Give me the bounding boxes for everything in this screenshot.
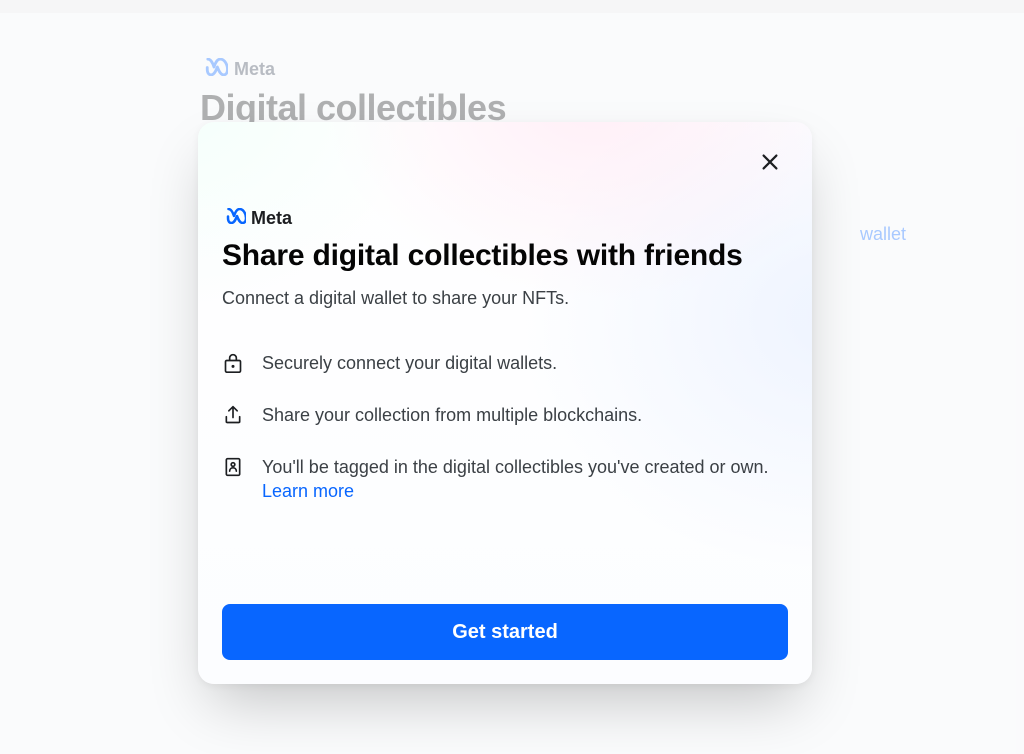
close-button[interactable] — [752, 146, 788, 182]
feature-text-main: You'll be tagged in the digital collecti… — [262, 457, 769, 477]
list-item: Share your collection from multiple bloc… — [222, 403, 788, 427]
close-icon — [759, 151, 781, 178]
get-started-button[interactable]: Get started — [222, 604, 788, 660]
modal-meta-brand-label: Meta — [251, 208, 292, 229]
lock-icon — [222, 352, 244, 374]
feature-list: Securely connect your digital wallets. S… — [222, 351, 788, 532]
feature-text: Securely connect your digital wallets. — [262, 351, 788, 375]
feature-text: You'll be tagged in the digital collecti… — [262, 455, 788, 504]
meta-logo-icon — [222, 208, 246, 229]
share-icon — [222, 404, 244, 426]
modal-meta-brand-row: Meta — [222, 208, 788, 229]
tag-icon — [222, 456, 244, 478]
modal-title: Share digital collectibles with friends — [222, 239, 788, 274]
share-collectibles-modal: Meta Share digital collectibles with fri… — [198, 122, 812, 684]
feature-text: Share your collection from multiple bloc… — [262, 403, 788, 427]
modal-subtitle: Connect a digital wallet to share your N… — [222, 288, 788, 309]
page: Meta Digital collectibles wallet Meta Sh… — [0, 13, 1024, 754]
window-top-strip — [0, 0, 1024, 13]
learn-more-link[interactable]: Learn more — [262, 481, 354, 501]
list-item: Securely connect your digital wallets. — [222, 351, 788, 375]
modal-body: Meta Share digital collectibles with fri… — [222, 208, 788, 660]
list-item: You'll be tagged in the digital collecti… — [222, 455, 788, 504]
